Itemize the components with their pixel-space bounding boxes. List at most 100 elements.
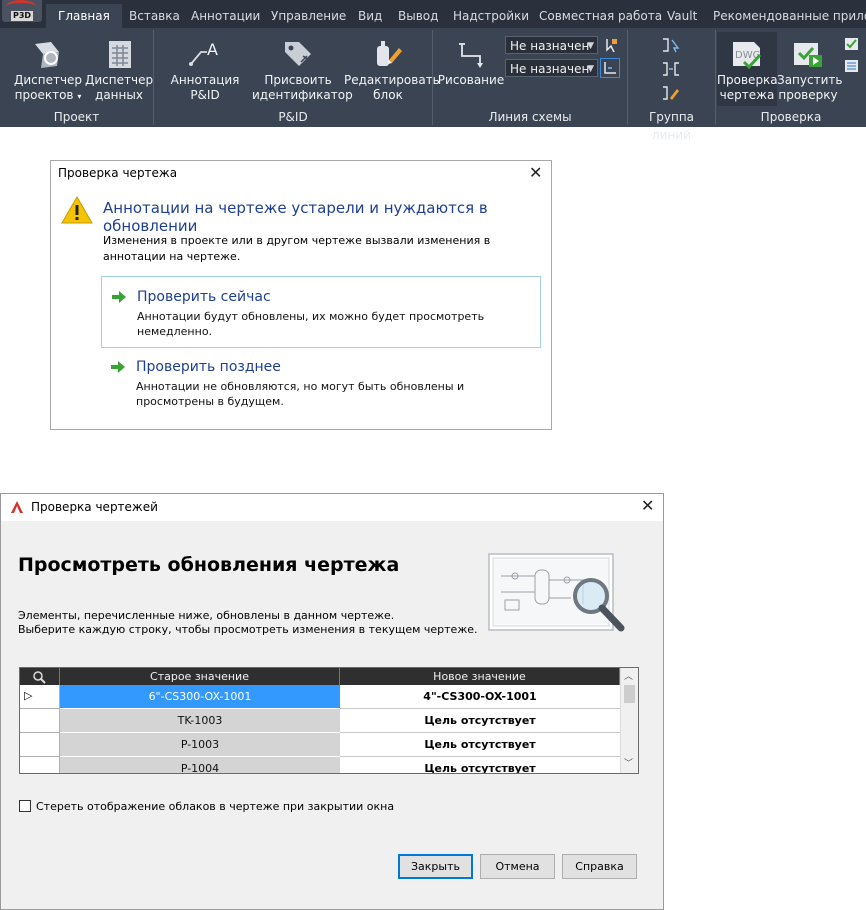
close-button[interactable]: Закрыть	[398, 854, 473, 879]
row-selector[interactable]: ▷	[20, 685, 60, 709]
validation-summary-icon[interactable]	[843, 58, 861, 74]
validate-drawing-label-2: чертежа	[719, 88, 775, 102]
dialog-description: Элементы, перечисленные ниже, обновлены …	[18, 609, 488, 637]
linetype-combo-1[interactable]: Не назначен ▼	[505, 36, 598, 54]
validate-now-label: Проверить сейчас	[137, 289, 271, 305]
tag-icon	[285, 42, 311, 66]
application-menu-button[interactable]: P3D	[2, 0, 42, 22]
old-value-cell[interactable]: P-1003	[60, 733, 340, 757]
project-manager-button[interactable]: Диспетчер проектов ▾	[12, 38, 84, 104]
match-line-icon[interactable]	[602, 36, 620, 54]
vertical-scrollbar[interactable]: ︿ ﹀	[620, 668, 638, 773]
annotation-pid-button[interactable]: A Аннотация P&ID	[157, 38, 253, 103]
close-icon[interactable]: ✕	[529, 165, 542, 181]
panel-title-line-group: Группа линий	[648, 110, 695, 142]
grid-header-old-value[interactable]: Старое значение	[60, 668, 340, 685]
new-value-cell[interactable]: Цель отсутствует	[340, 757, 620, 773]
drawing-button[interactable]: Рисование	[436, 38, 506, 88]
tab-output[interactable]: Вывод	[398, 5, 438, 27]
dialog-title: Проверка чертежа	[58, 166, 178, 180]
tab-home[interactable]: Главная	[46, 4, 122, 28]
tab-addins[interactable]: Надстройки	[453, 5, 529, 27]
linetype-combo-1-value: Не назначен	[510, 39, 590, 53]
data-manager-button[interactable]: Диспетчер данных	[85, 38, 153, 103]
dialog-titlebar: Проверка чертежей ✕	[1, 494, 663, 521]
dwg-check-icon: DWG	[733, 42, 762, 70]
linetype-combo-2[interactable]: Не назначен ▼	[505, 59, 598, 77]
tab-view[interactable]: Вид	[358, 5, 382, 27]
scrollbar-thumb[interactable]	[624, 685, 635, 703]
validate-later-note: Аннотации не обновляются, но могут быть …	[136, 380, 465, 408]
dialog-heading: Аннотации на чертеже устарели и нуждаютс…	[103, 199, 488, 235]
cancel-button[interactable]: Отмена	[480, 854, 555, 879]
line-group-select-icon[interactable]	[660, 36, 682, 54]
scroll-up-icon[interactable]: ︿	[624, 669, 633, 682]
dialog-title: Проверка чертежей	[31, 500, 158, 514]
arrow-right-icon	[112, 291, 126, 303]
new-value-cell[interactable]: Цель отсутствует	[340, 709, 620, 733]
changes-grid: Старое значение Новое значение ▷ 6"-CS30…	[19, 667, 639, 774]
description-line-1: Элементы, перечисленные ниже, обновлены …	[18, 609, 395, 622]
edit-block-button[interactable]: Редактировать блок	[344, 38, 440, 103]
tab-insert[interactable]: Вставка	[129, 5, 180, 27]
row-selector[interactable]	[20, 757, 60, 773]
assign-tag-label-2: идентификатор	[252, 88, 353, 102]
chevron-down-icon: ▼	[587, 41, 594, 51]
old-value-cell[interactable]: TK-1003	[60, 709, 340, 733]
drawing-review-dialog: Проверка чертежей ✕ Просмотреть обновлен…	[0, 493, 664, 910]
new-value-cell[interactable]: 4"-CS300-OX-1001	[340, 685, 620, 709]
zoom-icon	[32, 671, 46, 684]
validate-later-command[interactable]: Проверить позднее Аннотации не обновляют…	[101, 347, 541, 419]
drawing-review-illustration-icon	[488, 553, 625, 632]
validate-now-note: Аннотации будут обновлены, их можно буде…	[137, 310, 485, 338]
assign-tag-label-1: Присвоить	[264, 73, 332, 87]
assign-tag-button[interactable]: Присвоить идентификатор	[252, 38, 353, 103]
drawing-label: Рисование	[437, 73, 505, 87]
grid-header-zoom[interactable]	[20, 668, 60, 685]
tab-manage[interactable]: Управление	[271, 5, 346, 27]
tab-annotations[interactable]: Аннотации	[191, 5, 260, 27]
grid-header-new-value[interactable]: Новое значение	[340, 668, 620, 685]
dialog-heading: Просмотреть обновления чертежа	[18, 554, 400, 576]
arrow-right-icon	[111, 361, 125, 373]
row-selector[interactable]	[20, 709, 60, 733]
data-manager-label-1: Диспетчер	[85, 73, 154, 87]
line-break-icon[interactable]	[600, 58, 620, 78]
edit-block-label-1: Редактировать	[344, 73, 440, 87]
table-row[interactable]: ▷ 6"-CS300-OX-1001 4"-CS300-OX-1001	[20, 685, 620, 709]
chevron-down-icon: ▼	[587, 64, 594, 74]
old-value-cell[interactable]: P-1004	[60, 757, 340, 773]
description-line-2: Выберите каждую строку, чтобы просмотрет…	[18, 623, 478, 636]
clear-clouds-checkbox[interactable]	[19, 800, 31, 812]
run-validation-button[interactable]: Запустить проверку	[777, 38, 842, 103]
old-value-cell[interactable]: 6"-CS300-OX-1001	[60, 685, 340, 709]
dialog-description: Изменения в проекте или в другом чертеже…	[103, 234, 491, 263]
table-row[interactable]: TK-1003 Цель отсутствует	[20, 709, 620, 733]
table-row[interactable]: P-1003 Цель отсутствует	[20, 733, 620, 757]
validate-now-command[interactable]: Проверить сейчас Аннотации будут обновле…	[101, 276, 541, 348]
project-manager-label-1: Диспетчер	[13, 73, 83, 87]
scroll-down-icon[interactable]: ﹀	[624, 756, 633, 769]
close-icon[interactable]: ✕	[641, 498, 654, 514]
line-group-icon[interactable]	[660, 60, 682, 78]
project-manager-label-2: проектов ▾	[14, 88, 82, 102]
ribbon-tab-bar: P3D Главная Вставка Аннотации Управление…	[0, 0, 866, 28]
panel-title-schematic-line: Линия схемы	[488, 110, 572, 124]
validation-settings-icon[interactable]	[843, 36, 861, 52]
ribbon: P3D Главная Вставка Аннотации Управление…	[0, 0, 866, 142]
help-button[interactable]: Справка	[562, 854, 637, 879]
annotation-icon: A	[189, 40, 218, 66]
tab-featured-apps[interactable]: Рекомендованные приложе	[713, 5, 866, 27]
line-group-edit-icon[interactable]	[660, 84, 682, 102]
tab-collaborate[interactable]: Совместная работа	[539, 5, 662, 27]
panel-title-pid: P&ID	[278, 110, 308, 124]
ribbon-panels: Диспетчер проектов ▾ Диспетчер данных A	[0, 28, 866, 142]
new-value-cell[interactable]: Цель отсутствует	[340, 733, 620, 757]
table-row[interactable]: P-1004 Цель отсутствует	[20, 757, 620, 773]
edit-block-icon	[377, 41, 402, 66]
tab-vault[interactable]: Vault	[667, 5, 697, 27]
warning-icon	[61, 195, 93, 224]
data-manager-icon	[109, 41, 131, 68]
row-selector[interactable]	[20, 733, 60, 757]
validate-drawing-button[interactable]: DWG Проверка чертежа	[717, 32, 778, 106]
